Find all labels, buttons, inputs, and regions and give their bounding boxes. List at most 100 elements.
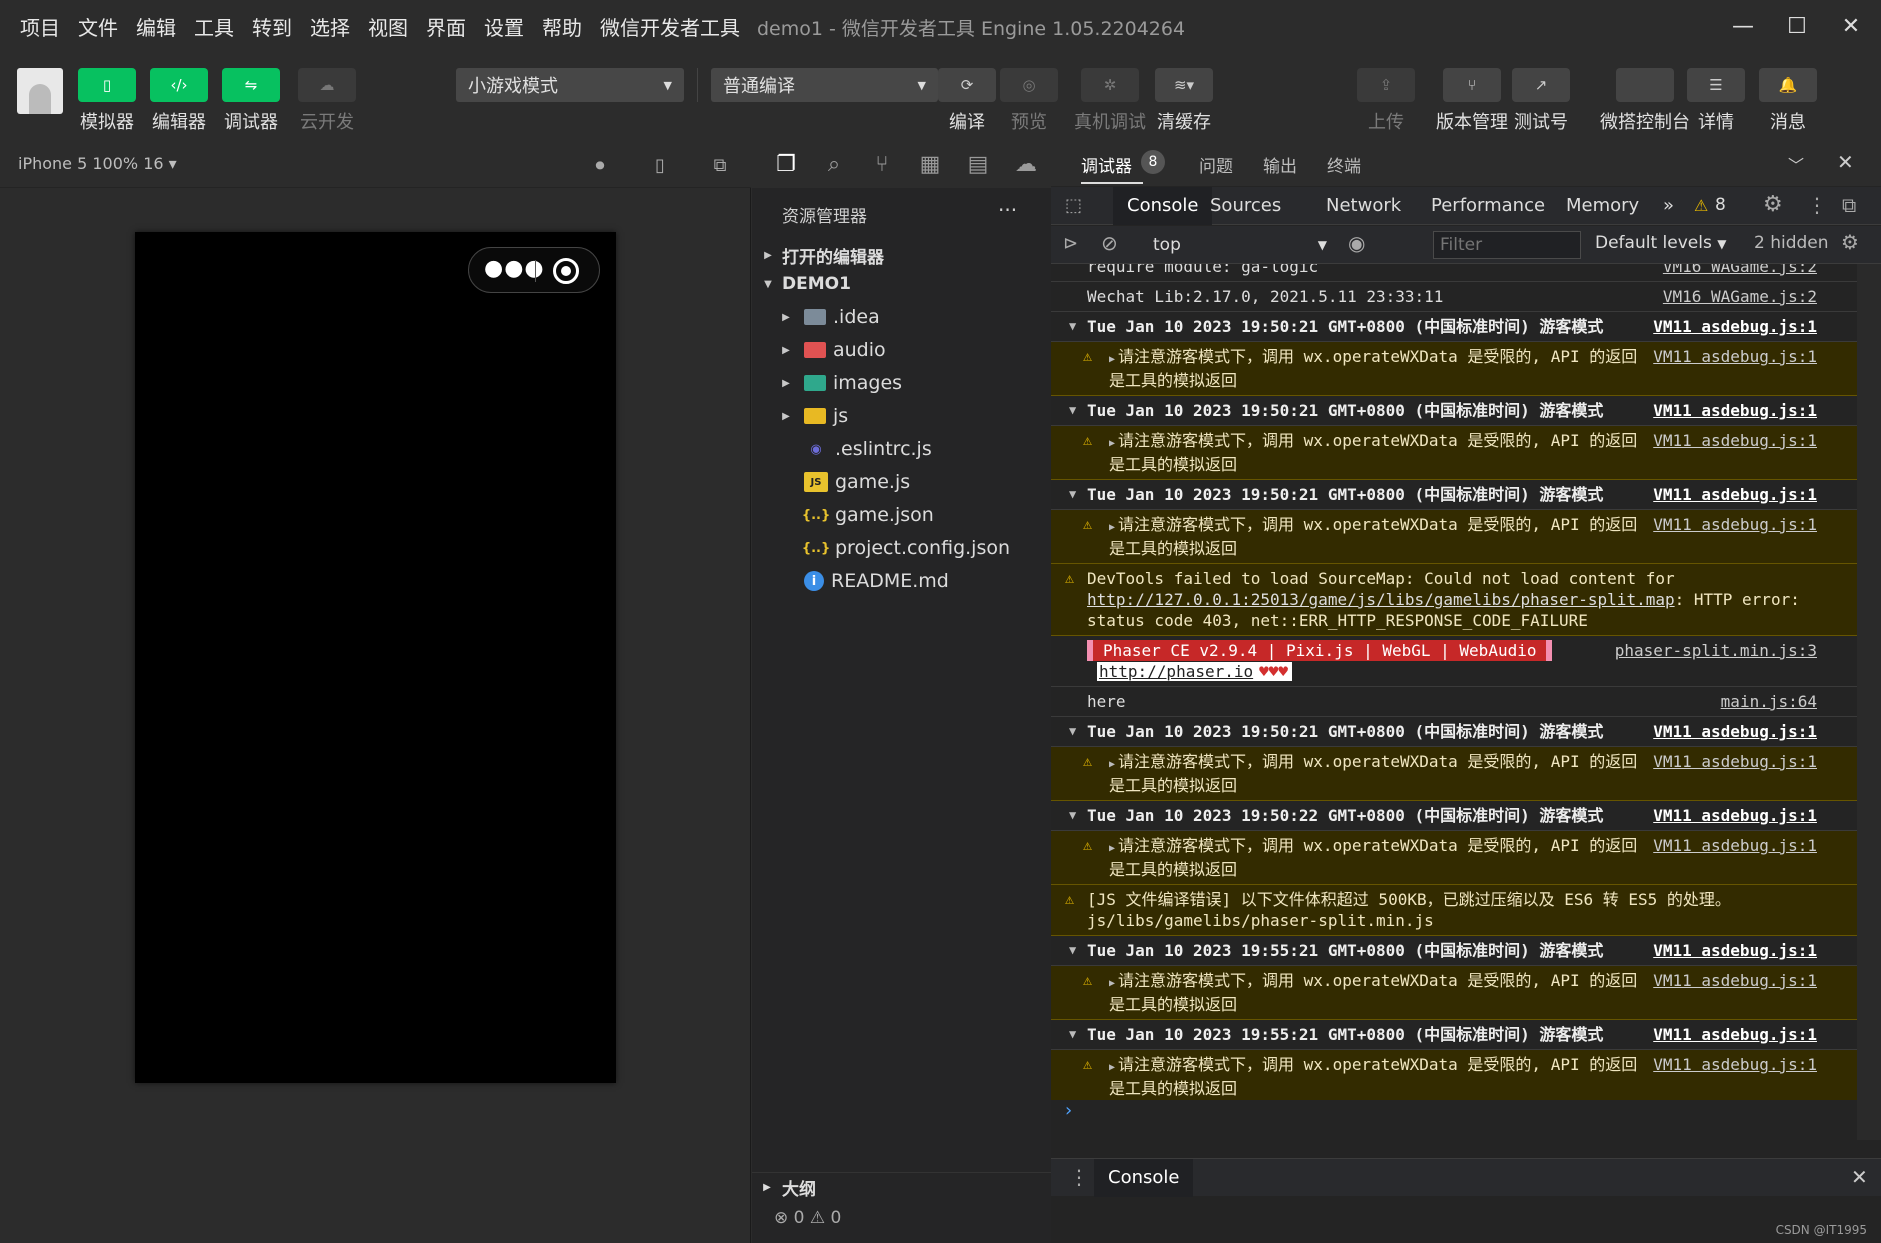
console-group-header[interactable]: ▼ Tue Jan 10 2023 19:50:21 GMT+0800 (中国标准… — [1051, 717, 1857, 747]
triangle-right-icon[interactable]: ▶ — [1109, 354, 1115, 365]
tree-item[interactable]: {..} project.config.json — [752, 533, 1051, 563]
triangle-right-icon[interactable]: ▶ — [1109, 438, 1115, 449]
phone-icon[interactable]: ▯ — [78, 68, 136, 102]
files-icon[interactable]: ❐ — [762, 152, 810, 177]
toolbar-left-1[interactable]: ‹/› 编辑器 — [150, 68, 208, 134]
code-icon[interactable]: ‹/› — [150, 68, 208, 102]
source-link[interactable]: VM11 asdebug.js:1 — [1653, 484, 1817, 505]
layers-icon[interactable]: ≋▾ — [1155, 68, 1213, 102]
open-editors-section[interactable]: ▶ 打开的编辑器 — [752, 240, 1051, 270]
menu-item[interactable]: 选择 — [301, 12, 359, 41]
docker-icon[interactable]: ☁ — [1002, 152, 1050, 177]
sidebar-toggle-icon[interactable]: ⊳ — [1063, 233, 1078, 254]
popout-icon[interactable]: ⧉ — [707, 152, 733, 178]
source-link[interactable]: VM11 asdebug.js:1 — [1653, 970, 1817, 991]
filter-input[interactable] — [1433, 231, 1581, 259]
search-icon[interactable]: ⌕ — [810, 152, 858, 177]
clear-console-icon[interactable]: ⊘ — [1101, 231, 1118, 255]
toolbar-right-1[interactable]: ⑂ 版本管理 — [1436, 68, 1508, 134]
console-group-header[interactable]: ▼ Tue Jan 10 2023 19:50:22 GMT+0800 (中国标准… — [1051, 801, 1857, 831]
console-group-header[interactable]: ▼ Tue Jan 10 2023 19:50:21 GMT+0800 (中国标准… — [1051, 312, 1857, 342]
chevron-down-icon[interactable]: ﹀ — [1788, 152, 1804, 176]
source-link[interactable]: VM11 asdebug.js:1 — [1653, 835, 1817, 856]
console-scrollbar[interactable] — [1857, 264, 1881, 1140]
console-log-line[interactable]: Wechat Lib:2.17.0, 2021.5.11 23:33:11 VM1… — [1051, 282, 1857, 312]
tab-debugger[interactable]: 调试器 — [1081, 152, 1132, 177]
source-link[interactable]: VM16 WAGame.js:2 — [1663, 286, 1817, 307]
toolbar-right-5[interactable]: 🔔 消息 — [1759, 68, 1817, 134]
more-tabs-button[interactable]: » — [1663, 195, 1674, 216]
bug-icon[interactable]: ✲ — [1081, 68, 1139, 102]
triangle-right-icon[interactable]: ▶ — [1109, 1062, 1115, 1073]
drawer-menu-icon[interactable]: ⋮ — [1069, 1165, 1089, 1189]
menu-item[interactable]: 帮助 — [533, 12, 591, 41]
menu-item[interactable]: 项目 — [0, 12, 69, 41]
triangle-down-icon[interactable]: ▼ — [1069, 400, 1076, 421]
toolbar-right-2[interactable]: ↗ 测试号 — [1512, 68, 1570, 134]
triangle-down-icon[interactable]: ▼ — [1069, 484, 1076, 505]
game-canvas[interactable]: ●●● — [135, 232, 616, 1083]
tree-item[interactable]: i README.md — [752, 566, 1051, 596]
drawer-tab-console[interactable]: Console — [1094, 1159, 1194, 1197]
source-link[interactable]: main.js:64 — [1721, 691, 1817, 712]
tree-item[interactable]: {..} game.json — [752, 500, 1051, 530]
console-warning-line[interactable]: ⚠ DevTools failed to load SourceMap: Coul… — [1051, 564, 1857, 636]
menu-item[interactable]: 视图 — [359, 12, 417, 41]
tree-item[interactable]: ◉ .eslintrc.js — [752, 434, 1051, 464]
toolbar-mid-2[interactable]: ✲ 真机调试 — [1074, 68, 1146, 134]
console-warning-line[interactable]: ⚠ ▶ 请注意游客模式下，调用 wx.operateWXData 是受限的, API… — [1051, 747, 1857, 801]
source-link[interactable]: VM11 asdebug.js:1 — [1653, 751, 1817, 772]
console-log-line[interactable]: here main.js:64 — [1051, 687, 1857, 717]
menu-capsule[interactable]: ●●● — [468, 247, 600, 293]
console-warning-line[interactable]: ⚠ ▶ 请注意游客模式下，调用 wx.operateWXData 是受限的, API… — [1051, 426, 1857, 480]
record-icon[interactable]: ⏺ — [587, 152, 613, 178]
minimize-button[interactable]: — — [1725, 8, 1761, 44]
inspect-icon[interactable]: ⬚ — [1065, 195, 1082, 216]
menu-item[interactable]: 界面 — [417, 12, 475, 41]
context-select[interactable]: top ▼ — [1147, 230, 1337, 260]
triangle-right-icon[interactable]: ▶ — [1109, 978, 1115, 989]
close-window-button[interactable]: ✕ — [1833, 8, 1869, 44]
close-target-icon[interactable] — [553, 258, 579, 284]
console-warning-line[interactable]: ⚠ [JS 文件编译错误] 以下文件体积超过 500KB，已跳过压缩以及 ES6 … — [1051, 885, 1857, 936]
source-control-icon[interactable]: ⑂ — [858, 152, 906, 177]
debug-icon[interactable]: ⇋ — [222, 68, 280, 102]
console-group-header[interactable]: ▼ Tue Jan 10 2023 19:55:21 GMT+0800 (中国标准… — [1051, 936, 1857, 966]
tab-terminal[interactable]: 终端 — [1327, 152, 1361, 177]
toolbar-left-2[interactable]: ⇋ 调试器 — [222, 68, 280, 134]
source-link[interactable]: VM11 asdebug.js:1 — [1653, 721, 1817, 742]
toolbar-left-3[interactable]: ☁ 云开发 — [298, 68, 356, 134]
outline-section[interactable]: ▶ 大纲 — [752, 1172, 1051, 1202]
menu-item[interactable]: 工具 — [185, 12, 243, 41]
console-phaser-banner[interactable]: Phaser CE v2.9.4 | Pixi.js | WebGL | Web… — [1051, 636, 1857, 687]
source-link[interactable]: VM11 asdebug.js:1 — [1653, 1024, 1817, 1045]
upload-icon[interactable]: ⇪ — [1357, 68, 1415, 102]
warning-count[interactable]: 8 — [1715, 195, 1726, 215]
console-warning-line[interactable]: ⚠ ▶ 请注意游客模式下，调用 wx.operateWXData 是受限的, API… — [1051, 1050, 1857, 1100]
source-link[interactable]: VM11 asdebug.js:1 — [1653, 400, 1817, 421]
source-link[interactable]: VM16 WAGame.js:2 — [1663, 264, 1817, 277]
device-selector[interactable]: iPhone 5 100% 16 ▾ — [18, 154, 177, 173]
branch-icon[interactable]: ⑂ — [1443, 68, 1501, 102]
more-icon[interactable]: ··· — [998, 198, 1017, 222]
avatar[interactable] — [17, 68, 63, 114]
maximize-button[interactable]: ☐ — [1779, 8, 1815, 44]
mode-select[interactable]: 小游戏模式 ▼ — [456, 68, 684, 102]
phaser-link[interactable]: http://phaser.io — [1097, 662, 1256, 681]
tab-output[interactable]: 输出 — [1263, 152, 1297, 177]
bell-icon[interactable]: 🔔 — [1759, 68, 1817, 102]
console-warning-line[interactable]: ⚠ ▶ 请注意游客模式下，调用 wx.operateWXData 是受限的, API… — [1051, 510, 1857, 564]
console-group-header[interactable]: ▼ Tue Jan 10 2023 19:50:21 GMT+0800 (中国标准… — [1051, 396, 1857, 426]
console-settings-icon[interactable]: ⚙ — [1841, 230, 1859, 254]
compile-select[interactable]: 普通编译 ▼ — [711, 68, 938, 102]
toolbar-mid-1[interactable]: ◎ 预览 — [1000, 68, 1058, 134]
triangle-right-icon[interactable]: ▶ — [1109, 522, 1115, 533]
console-group-header[interactable]: ▼ Tue Jan 10 2023 19:55:21 GMT+0800 (中国标准… — [1051, 1020, 1857, 1050]
menu-item[interactable]: 编辑 — [127, 12, 185, 41]
console-log-line[interactable]: require module: ga-logic VM16 WAGame.js:2 — [1051, 264, 1857, 282]
refresh-icon[interactable]: ⟳ — [938, 68, 996, 102]
toolbar-right-3[interactable]: 微搭控制台 — [1600, 68, 1690, 134]
source-link[interactable]: VM11 asdebug.js:1 — [1653, 805, 1817, 826]
triangle-down-icon[interactable]: ▼ — [1069, 805, 1076, 826]
cloud-icon[interactable]: ☁ — [298, 68, 356, 102]
